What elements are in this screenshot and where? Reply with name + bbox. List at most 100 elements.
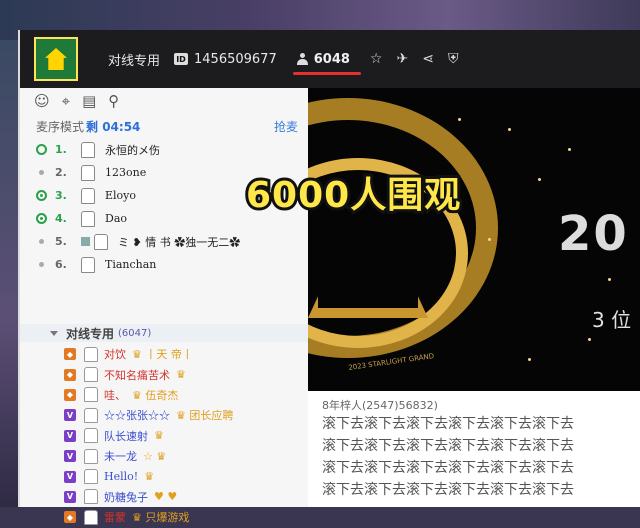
member-decoration: ☆ ♛ (143, 449, 167, 463)
queue-mode: 麦序模式 (36, 119, 85, 134)
viewer-count: 6048 (313, 51, 350, 67)
avatar-icon (81, 210, 95, 227)
member-name: 奶糖兔子 (104, 490, 148, 504)
member-decoration: ♛ (144, 470, 155, 484)
member-decoration: ♛ 团长应聘 (176, 409, 234, 423)
chat-messages: 滚下去滚下去滚下去滚下去滚下去滚下去 滚下去滚下去滚下去滚下去滚下去滚下去 滚下去滚… (308, 413, 640, 501)
level-badge-icon: ◆ (64, 511, 76, 524)
notes-icon[interactable]: ▤ (82, 92, 96, 110)
subchannel-count: (6047) (118, 327, 152, 339)
stage-subtitle: 3 位 (592, 308, 632, 332)
plane-icon[interactable]: ✈ (396, 51, 408, 67)
queue-header: 麦序模式剩 04:54 抢麦 (20, 114, 308, 138)
grab-mic-button[interactable]: 抢麦 (274, 118, 298, 135)
level-badge-icon: ◆ (64, 388, 76, 401)
star-icon[interactable]: ☆ (370, 51, 383, 67)
mic-status-icon (36, 190, 47, 201)
location-icon[interactable]: ⌖ (62, 92, 70, 110)
chat-message: 滚下去滚下去滚下去滚下去滚下去滚下去 (322, 482, 574, 498)
queue-item[interactable]: 6. Tianchan (20, 253, 308, 276)
chat-username: 8年梓人(2547)56832) (322, 399, 438, 412)
member-decoration: ♛ 只爆游戏 (132, 511, 190, 525)
chat-message: 滚下去滚下去滚下去滚下去滚下去滚下去 (322, 416, 574, 432)
shield-icon[interactable]: ⛨ (448, 51, 459, 67)
subchannel-name: 对线专用 (66, 326, 115, 341)
member-item[interactable]: V ☆☆张张☆☆ ♛ 团长应聘 (20, 405, 308, 425)
channel-id-group: ID 1456509677 (174, 52, 277, 67)
queue-number: 5. (55, 235, 67, 248)
id-badge-icon: ID (174, 53, 189, 65)
member-item[interactable]: V 未一龙 ☆ ♛ (20, 446, 308, 466)
share-icon[interactable]: ⋖ (422, 51, 434, 67)
member-decoration: ♛ (154, 429, 164, 443)
queue-username: Tianchan (105, 258, 157, 271)
member-item[interactable]: V Hello! ♛ (20, 466, 308, 486)
channel-name: 对线专用 (108, 53, 161, 69)
queue-number: 2. (55, 166, 67, 179)
member-name: 不知名痛苦术 (104, 368, 170, 382)
highlight-underline (292, 71, 361, 75)
member-name: ☆☆张张☆☆ (104, 409, 170, 423)
level-badge-icon: V (64, 470, 76, 483)
chat-message: 滚下去滚下去滚下去滚下去滚下去滚下去 (322, 438, 574, 454)
member-item[interactable]: ◆ 哇、 ♛ 伍奇杰 (20, 385, 308, 405)
avatar-icon (84, 367, 98, 383)
avatar-icon (84, 387, 98, 403)
level-badge-icon: V (64, 450, 76, 463)
queue-remaining: 剩 04:54 (86, 119, 141, 134)
chat-message: 滚下去滚下去滚下去滚下去滚下去滚下去 (322, 460, 574, 476)
member-item[interactable]: V 队长速射 ♛ (20, 426, 308, 446)
avatar-icon (84, 489, 98, 505)
queue-username: Eloyo (105, 189, 137, 202)
member-name: 对饮 (104, 348, 126, 362)
subchannel-header[interactable]: 对线专用 (6047) (20, 324, 308, 342)
channel-id: 1456509677 (194, 51, 277, 67)
mic-status-icon (36, 144, 47, 155)
mic-status-icon (36, 213, 47, 224)
member-item[interactable]: V 奶糖兔子 ♥ ♥ (20, 487, 308, 507)
avatar-icon (81, 164, 95, 181)
member-decoration: ♛ 伍奇杰 (132, 388, 179, 402)
member-item[interactable]: ◆ 雷蒙 ♛ 只爆游戏 (20, 507, 308, 527)
avatar-icon (84, 448, 98, 464)
avatar-icon (94, 233, 108, 250)
mic-status-icon (39, 262, 44, 267)
avatar-icon (81, 141, 95, 158)
member-item[interactable]: ◆ 对饮 ♛ 丨天 帝丨 (20, 344, 308, 364)
chevron-down-icon (50, 330, 58, 336)
queue-number: 4. (55, 212, 67, 225)
yy-window: 对线专用 ID 1456509677 6048 ☆ ✈ ⋖ ⛨ ☺ ⌖ ▤ ⚲ … (18, 30, 640, 525)
member-decoration: ♛ 丨天 帝丨 (132, 348, 193, 362)
sidebar: ☺ ⌖ ▤ ⚲ 麦序模式剩 04:54 抢麦 1. 永恒的メ伤 2. 123one 3.… (20, 88, 308, 525)
avatar-icon (81, 187, 95, 204)
mic-status-icon (39, 239, 44, 244)
avatar-icon (81, 256, 95, 273)
avatar-icon (84, 469, 98, 485)
queue-username: 123one (105, 166, 147, 179)
app-logo-icon[interactable] (34, 37, 78, 81)
viewer-count-group[interactable]: 6048 (292, 51, 361, 75)
avatar-icon (84, 428, 98, 444)
user-icon[interactable]: ☺ (34, 92, 50, 110)
title-bar: 对线专用 ID 1456509677 6048 ☆ ✈ ⋖ ⛨ (20, 30, 640, 88)
member-name: 未一龙 (104, 450, 137, 464)
member-name: 哇、 (104, 388, 126, 402)
level-badge-icon: ◆ (64, 368, 76, 381)
member-item[interactable]: ◆ 不知名痛苦术 ♛ (20, 364, 308, 384)
video-stage: 20 3 位 2023 STARLIGHT GRAND (308, 88, 640, 391)
queue-item[interactable]: 1. 永恒的メ伤 (20, 138, 308, 161)
member-name: Hello! (104, 470, 139, 484)
level-badge-icon: V (64, 429, 76, 442)
level-badge-icon: ◆ (64, 348, 76, 361)
level-badge-icon: V (64, 490, 76, 503)
queue-number: 6. (55, 258, 67, 271)
search-icon[interactable]: ⚲ (108, 92, 119, 110)
avatar-icon (84, 407, 98, 423)
queue-username: Dao (105, 212, 127, 225)
member-list: ◆ 对饮 ♛ 丨天 帝丨 ◆ 不知名痛苦术 ♛ ◆ 哇、 ♛ 伍奇杰 V ☆☆张张☆☆ ♛ 团长应聘 V… (20, 344, 308, 528)
avatar-icon (84, 346, 98, 362)
stage-title: 20 (558, 206, 629, 262)
person-icon (296, 53, 308, 65)
member-name: 雷蒙 (104, 511, 126, 525)
queue-item[interactable]: 5. ミ ❥ 情 书 ✿独一无二✿ (20, 230, 308, 253)
